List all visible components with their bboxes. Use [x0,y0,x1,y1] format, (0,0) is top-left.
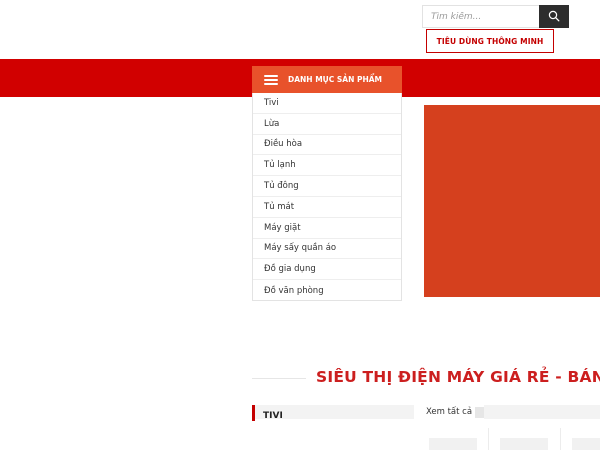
hero-banner[interactable] [424,105,600,297]
see-all-arrow-tab [475,407,484,418]
section-title: SIÊU THỊ ĐIỆN MÁY GIÁ RẺ - BÁN [316,368,600,386]
product-thumbnail[interactable] [500,438,548,450]
category-item-tu-mat[interactable]: Tủ mát [253,197,401,218]
category-item-lua[interactable]: Lừa [253,114,401,135]
category-menu-toggle[interactable]: DANH MỤC SẢN PHẨM [252,66,402,93]
see-all-link[interactable]: Xem tất cả [414,405,484,419]
category-item-may-say-quan-ao[interactable]: Máy sấy quần áo [253,239,401,260]
tivi-accent-bar [252,405,255,421]
category-item-may-giat[interactable]: Máy giặt [253,218,401,239]
search-box [422,5,569,28]
category-item-tu-lanh[interactable]: Tủ lạnh [253,155,401,177]
category-menu-title: DANH MỤC SẢN PHẨM [288,75,382,84]
category-item-tivi[interactable]: Tivi [253,93,401,114]
product-thumbnail[interactable] [572,438,600,450]
category-item-dieu-hoa[interactable]: Điều hòa [253,135,401,156]
product-card-divider [560,428,561,450]
category-item-do-gia-dung[interactable]: Đồ gia dụng [253,259,401,281]
smart-consumer-button[interactable]: TIÊU DÙNG THÔNG MINH [426,29,554,53]
tivi-block-title: TIVI [263,411,283,421]
search-button[interactable] [539,5,569,28]
hamburger-menu-icon [264,74,278,85]
top-header: TIÊU DÙNG THÔNG MINH [0,0,600,59]
product-card-divider [488,428,489,450]
section-divider [252,378,306,379]
product-thumbnail[interactable] [429,438,477,450]
category-menu: Tivi Lừa Điều hòa Tủ lạnh Tủ đông Tủ mát… [252,93,402,301]
search-input[interactable] [423,6,540,27]
search-icon [548,7,560,26]
category-item-tu-dong[interactable]: Tủ đông [253,176,401,197]
category-item-do-van-phong[interactable]: Đồ văn phòng [253,280,401,301]
